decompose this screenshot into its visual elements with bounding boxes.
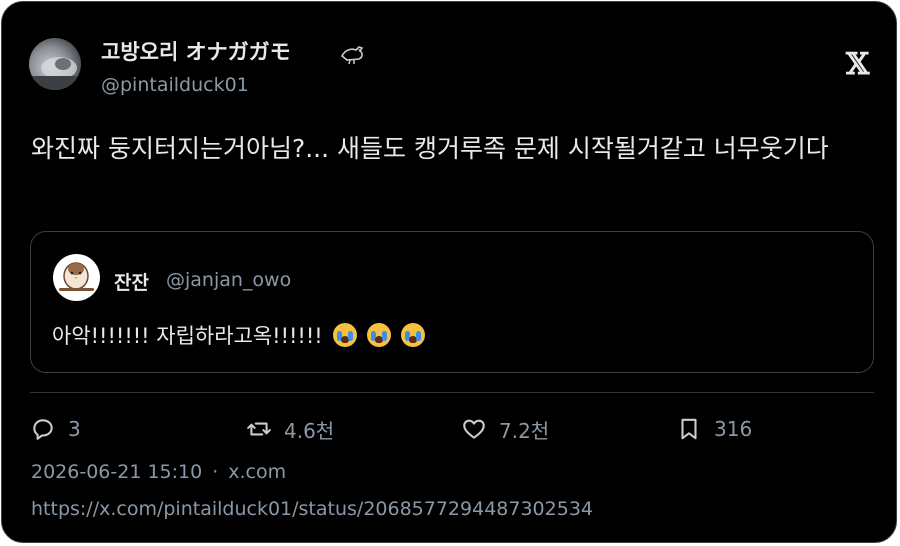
reply-count: 3 (68, 417, 81, 441)
retweet-count: 4.6천 (284, 418, 335, 443)
retweet-button[interactable]: 4.6천 (246, 414, 334, 444)
quoted-tweet-text: 아악!!!!!!! 자립하라고옥!!!!!! (52, 320, 425, 350)
tweet-card: 고방오리 オナガガモ @pintailduck01 𝕏 와진짜 둥지터지는거아님… (1, 1, 897, 543)
meta-separator: · (212, 461, 219, 483)
heart-icon (463, 419, 485, 439)
x-logo-icon[interactable]: 𝕏 (846, 50, 876, 80)
crying-face-icon (332, 323, 357, 347)
timestamp[interactable]: 2026-06-21 15:10 (31, 461, 202, 483)
sparrow-avatar-icon (59, 262, 94, 291)
crying-face-icon (400, 323, 425, 347)
author-display-name[interactable]: 고방오리 オナガガモ (101, 36, 291, 66)
reply-button[interactable]: 3 (30, 414, 81, 444)
bird-icon (340, 46, 364, 65)
like-button[interactable]: 7.2천 (461, 414, 549, 444)
quoted-author-name[interactable]: 잔잔 (114, 268, 149, 295)
author-avatar[interactable] (29, 38, 81, 90)
reply-icon (33, 419, 53, 440)
retweet-icon (247, 422, 271, 436)
quoted-author-handle[interactable]: @janjan_owo (166, 269, 291, 291)
bookmark-icon (681, 418, 697, 440)
like-count: 7.2천 (499, 418, 550, 443)
tweet-url[interactable]: https://x.com/pintailduck01/status/20685… (31, 498, 593, 520)
bookmark-button[interactable]: 316 (676, 414, 752, 444)
source-label: x.com (228, 461, 287, 483)
tweet-text: 와진짜 둥지터지는거아님?... 새들도 캥거루족 문제 시작될거같고 너무웃기… (31, 134, 829, 163)
tweet-meta: 2026-06-21 15:10 · x.com (31, 461, 286, 483)
author-handle[interactable]: @pintailduck01 (101, 74, 249, 96)
crying-face-icon (366, 323, 391, 347)
quoted-tweet[interactable]: 잔잔 @janjan_owo 아악!!!!!!! 자립하라고옥!!!!!! (30, 231, 874, 373)
quoted-tweet-body: 아악!!!!!!! 자립하라고옥!!!!!! (52, 324, 323, 348)
avatar-photo (29, 57, 81, 90)
divider (30, 392, 874, 393)
bookmark-count: 316 (714, 417, 753, 441)
quoted-author-avatar[interactable] (53, 254, 100, 301)
